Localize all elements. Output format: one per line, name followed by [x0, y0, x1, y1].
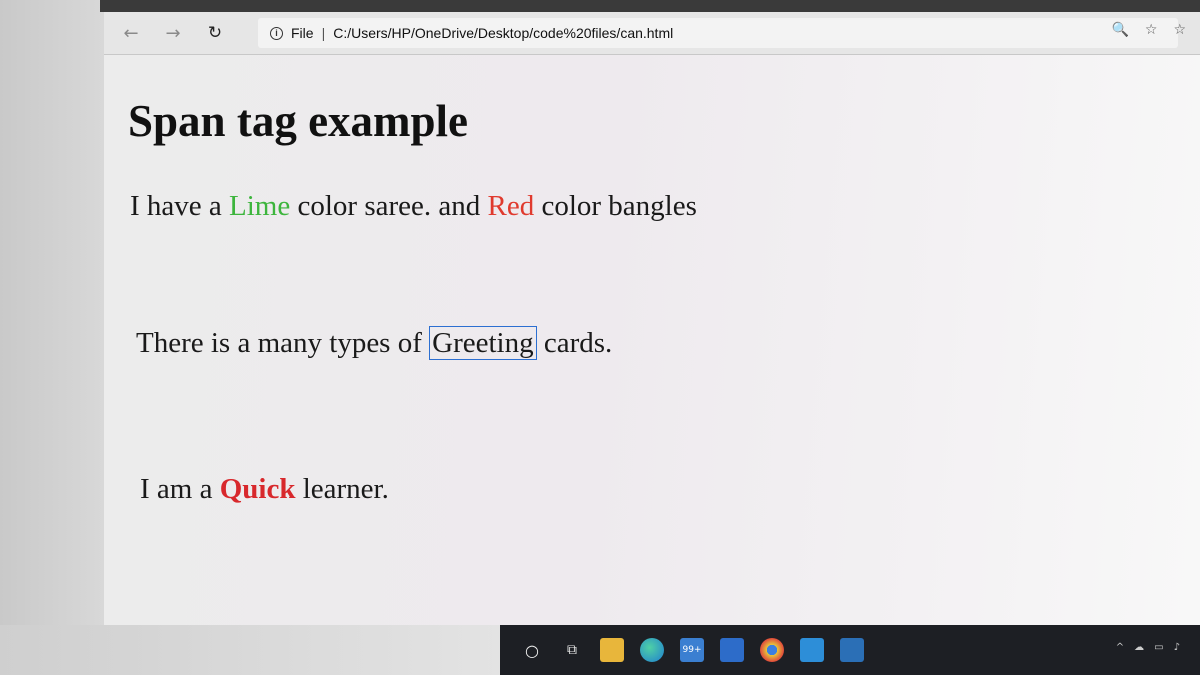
forward-icon[interactable]: →	[158, 18, 188, 48]
cloud-icon[interactable]: ☁	[1134, 642, 1144, 653]
paragraph-greeting: There is a many types of Greeting cards.	[136, 326, 613, 360]
red-span: Red	[487, 190, 535, 222]
task-view-icon[interactable]: ⧉	[560, 638, 584, 662]
search-icon[interactable]: ○	[520, 638, 544, 662]
text-segment: There is a many types of	[136, 327, 430, 359]
page-content: Span tag example I have a Lime color sar…	[104, 55, 1200, 625]
text-segment: color saree. and	[290, 190, 488, 222]
address-separator: |	[321, 25, 326, 41]
collections-icon[interactable]: ☆	[1173, 22, 1186, 38]
app-icon[interactable]	[800, 638, 824, 662]
text-segment: color bangles	[534, 190, 697, 222]
store-icon[interactable]	[720, 638, 744, 662]
quick-span: Quick	[219, 473, 296, 505]
back-icon[interactable]: ←	[116, 18, 146, 48]
taskbar: ○ ⧉ 99+ ^ ☁ ▭ ♪	[500, 625, 1200, 675]
paragraph-quick: I am a Quick learner.	[140, 473, 389, 506]
reload-icon[interactable]: ↻	[200, 18, 230, 48]
greeting-span: Greeting	[429, 326, 537, 360]
screen-bottom-edge	[0, 625, 500, 675]
text-segment: learner.	[295, 473, 389, 505]
edge-browser-icon[interactable]	[640, 638, 664, 662]
browser-toolbar: ← → ↻ i File | C:/Users/HP/OneDrive/Desk…	[104, 12, 1200, 55]
address-bar[interactable]: i File | C:/Users/HP/OneDrive/Desktop/co…	[258, 18, 1178, 48]
chevron-up-icon[interactable]: ^	[1116, 642, 1124, 653]
system-tray: ^ ☁ ▭ ♪	[1116, 642, 1180, 653]
paragraph-lime: I have a Lime color saree. and Red color…	[130, 190, 697, 223]
file-explorer-icon[interactable]	[600, 638, 624, 662]
screen-left-edge	[0, 0, 104, 675]
mail-icon[interactable]: 99+	[680, 638, 704, 662]
network-icon[interactable]: ▭	[1154, 642, 1163, 653]
page-title: Span tag example	[128, 96, 469, 146]
text-segment: I have a	[130, 190, 230, 222]
text-segment: I am a	[140, 473, 220, 505]
url-text[interactable]: C:/Users/HP/OneDrive/Desktop/code%20file…	[333, 25, 673, 41]
file-label: File	[291, 25, 314, 41]
tab-strip	[100, 0, 1200, 12]
text-segment: cards.	[536, 327, 613, 359]
volume-icon[interactable]: ♪	[1174, 642, 1180, 653]
lime-span: Lime	[229, 190, 291, 222]
photos-icon[interactable]	[840, 638, 864, 662]
favorite-star-icon[interactable]: ☆	[1145, 22, 1158, 38]
zoom-icon[interactable]: 🔍	[1111, 22, 1128, 38]
chrome-icon[interactable]	[760, 638, 784, 662]
address-bar-actions: 🔍 ☆ ☆	[1111, 22, 1186, 38]
info-icon[interactable]: i	[270, 26, 283, 40]
